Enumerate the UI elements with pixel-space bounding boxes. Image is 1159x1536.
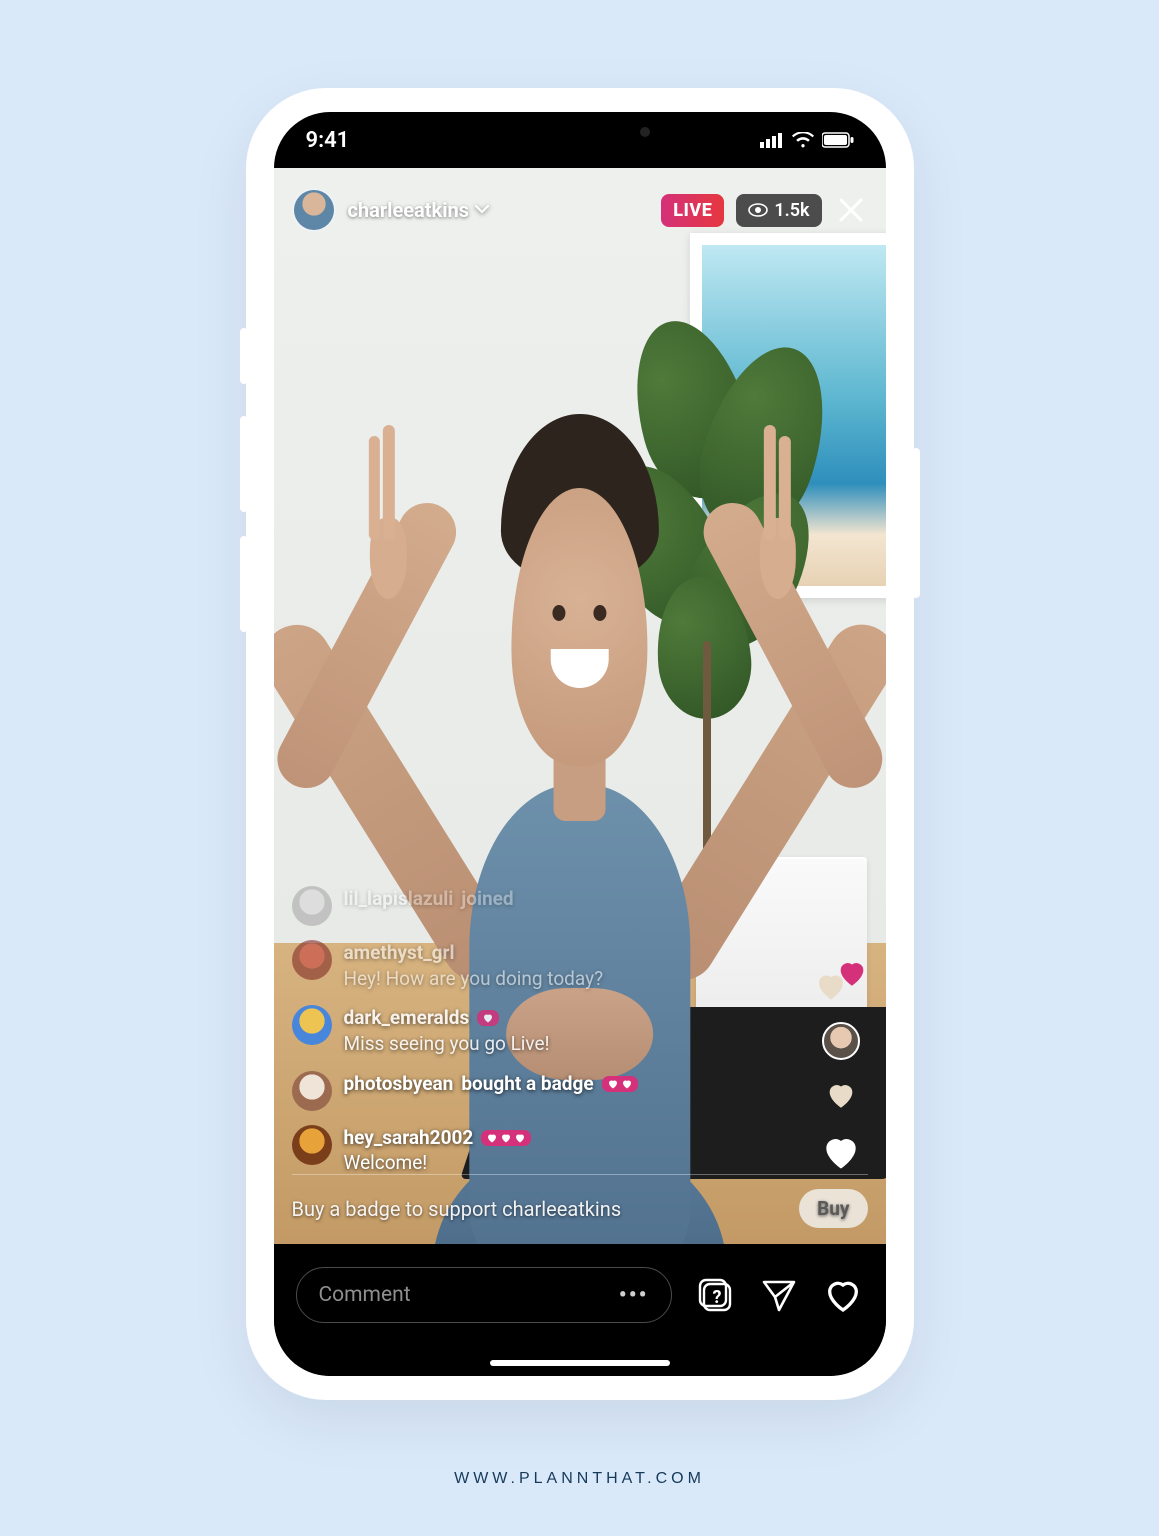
- comment-row[interactable]: dark_emeraldsMiss seeing you go Live!: [292, 1005, 868, 1056]
- volume-down-button: [240, 536, 248, 632]
- close-icon: [837, 196, 865, 224]
- streamer-username[interactable]: charleeatkins: [348, 198, 489, 222]
- comment-row[interactable]: hey_sarah2002Welcome!: [292, 1125, 868, 1176]
- wifi-icon: [792, 132, 814, 148]
- comment-text: Welcome!: [344, 1150, 532, 1176]
- comment-text: Hey! How are you doing today?: [344, 966, 604, 992]
- peace-sign-left: [348, 451, 422, 599]
- comment-action-suffix: joined: [461, 886, 513, 912]
- cellular-icon: [760, 132, 784, 148]
- comment-header: photosbyean bought a badge: [344, 1071, 638, 1097]
- comment-input[interactable]: Comment •••: [296, 1267, 672, 1323]
- paper-plane-icon: [760, 1276, 798, 1314]
- footer-attribution: WWW.PLANNTHAT.COM: [0, 1470, 1159, 1488]
- live-badge: LIVE: [661, 194, 724, 227]
- commenter-avatar[interactable]: [292, 1125, 332, 1165]
- commenter-avatar[interactable]: [292, 1071, 332, 1111]
- chevron-down-icon: [475, 205, 489, 215]
- heart-icon: [500, 1132, 512, 1144]
- comment-header: dark_emeralds: [344, 1005, 500, 1031]
- comment-text: Miss seeing you go Live!: [344, 1031, 550, 1057]
- battery-icon: [822, 132, 854, 148]
- username-text: charleeatkins: [348, 198, 469, 222]
- question-button[interactable]: ?: [694, 1274, 736, 1316]
- comment-header: amethyst_grl: [344, 940, 455, 966]
- comment-row[interactable]: photosbyean bought a badge: [292, 1071, 868, 1111]
- phone-screen: 9:41: [274, 112, 886, 1376]
- support-banner: Buy a badge to support charleeatkins Buy: [292, 1174, 868, 1228]
- commenter-username: amethyst_grl: [344, 940, 455, 966]
- support-text: Buy a badge to support charleeatkins: [292, 1197, 622, 1221]
- comment-body: photosbyean bought a badge: [344, 1071, 638, 1097]
- commenter-username: dark_emeralds: [344, 1005, 470, 1031]
- commenter-username: lil_lapislazuli: [344, 886, 454, 912]
- heart-icon: [607, 1078, 619, 1090]
- like-button[interactable]: [822, 1274, 864, 1316]
- comment-header: hey_sarah2002: [344, 1125, 532, 1151]
- volume-up-button: [240, 416, 248, 512]
- home-indicator[interactable]: [490, 1360, 670, 1366]
- comment-body: dark_emeraldsMiss seeing you go Live!: [344, 1005, 550, 1056]
- comment-body: hey_sarah2002Welcome!: [344, 1125, 532, 1176]
- supporter-badge: [602, 1076, 638, 1092]
- mute-switch: [240, 328, 248, 384]
- status-right: [760, 132, 854, 148]
- comment-action-suffix: bought a badge: [461, 1071, 593, 1097]
- question-icon: ?: [696, 1276, 734, 1314]
- commenter-username: photosbyean: [344, 1071, 454, 1097]
- buy-badge-button[interactable]: Buy: [799, 1189, 867, 1228]
- eye-icon: [748, 203, 768, 217]
- live-header: charleeatkins LIVE 1.5k: [274, 178, 886, 242]
- status-time: 9:41: [306, 128, 350, 153]
- commenter-username: hey_sarah2002: [344, 1125, 474, 1151]
- streamer-avatar[interactable]: [292, 188, 336, 232]
- commenter-avatar[interactable]: [292, 1005, 332, 1045]
- comment-header: lil_lapislazuli joined: [344, 886, 514, 912]
- comment-body: lil_lapislazuli joined: [344, 886, 514, 912]
- commenter-avatar[interactable]: [292, 940, 332, 980]
- comment-row[interactable]: amethyst_grlHey! How are you doing today…: [292, 940, 868, 991]
- viewer-count-badge[interactable]: 1.5k: [736, 194, 821, 227]
- comment-row[interactable]: lil_lapislazuli joined: [292, 886, 868, 926]
- close-button[interactable]: [834, 193, 868, 227]
- comment-body: amethyst_grlHey! How are you doing today…: [344, 940, 604, 991]
- notch: [440, 112, 720, 152]
- live-video-area[interactable]: charleeatkins LIVE 1.5k: [274, 168, 886, 1244]
- viewer-count-text: 1.5k: [774, 200, 809, 221]
- live-bottom-bar: Comment ••• ?: [274, 1244, 886, 1376]
- supporter-badge: [481, 1130, 531, 1146]
- share-button[interactable]: [758, 1274, 800, 1316]
- more-options-icon[interactable]: •••: [619, 1283, 649, 1308]
- comment-placeholder: Comment: [319, 1283, 411, 1307]
- comments-list[interactable]: lil_lapislazuli joined amethyst_grlHey! H…: [274, 886, 886, 1184]
- power-button: [912, 448, 920, 598]
- heart-icon: [486, 1132, 498, 1144]
- svg-text:?: ?: [712, 1287, 721, 1308]
- phone-device-frame: 9:41: [246, 88, 914, 1400]
- heart-icon: [514, 1132, 526, 1144]
- heart-icon: [482, 1012, 494, 1024]
- peace-sign-right: [737, 451, 811, 599]
- supporter-badge: [477, 1010, 499, 1026]
- commenter-avatar[interactable]: [292, 886, 332, 926]
- heart-icon: [621, 1078, 633, 1090]
- heart-icon: [823, 1275, 863, 1315]
